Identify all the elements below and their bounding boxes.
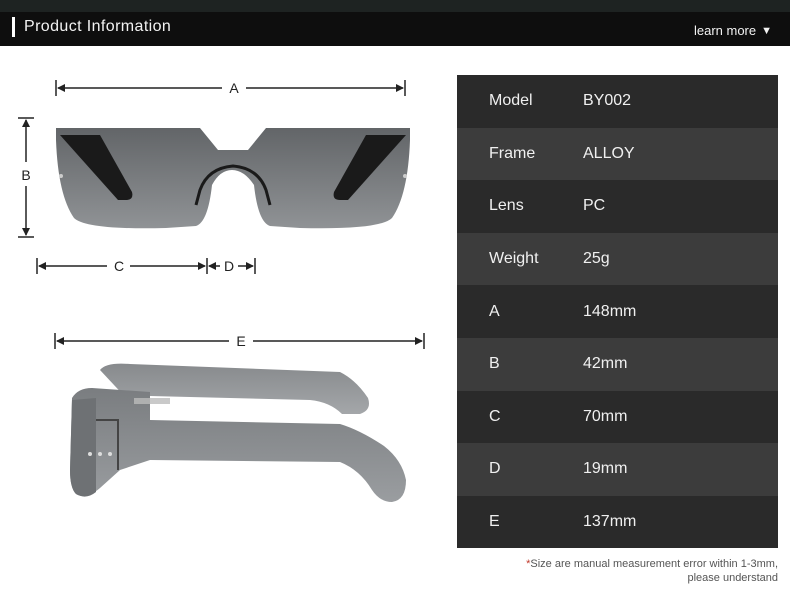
- spec-value: 148mm: [583, 302, 637, 320]
- spec-row-lens: Lens PC: [457, 180, 778, 233]
- header-bar: Product Information learn more ▼: [0, 0, 790, 46]
- dimension-d: D: [208, 258, 256, 274]
- spec-label: Lens: [489, 197, 524, 215]
- glasses-diagram: A B C D E: [18, 80, 425, 502]
- dimension-a-label: A: [229, 80, 239, 96]
- measurement-note: *Size are manual measurement error withi…: [526, 557, 778, 585]
- spec-row-d: D 19mm: [457, 443, 778, 496]
- spec-label: Frame: [489, 144, 536, 162]
- dimension-c: C: [36, 258, 208, 274]
- spec-row-b: B 42mm: [457, 337, 778, 391]
- dimension-b-label: B: [21, 167, 30, 183]
- note-line-2: please understand: [687, 572, 778, 584]
- dimension-b: B: [18, 117, 34, 238]
- spec-value: 25g: [583, 250, 610, 268]
- spec-row-model: Model BY002: [457, 75, 778, 128]
- spec-value: 19mm: [583, 460, 628, 478]
- glasses-front-view: [56, 128, 410, 229]
- glasses-side-view: [70, 363, 406, 502]
- triangle-down-icon: ▼: [761, 24, 772, 37]
- dimension-c-label: C: [114, 258, 124, 274]
- note-line-1: *Size are manual measurement error withi…: [526, 557, 778, 571]
- spec-value: PC: [583, 197, 606, 215]
- spec-row-weight: Weight 25g: [457, 232, 778, 286]
- learn-more-link[interactable]: learn more ▼: [694, 23, 772, 38]
- title-accent-bar: [12, 17, 15, 37]
- spec-value: BY002: [583, 92, 632, 110]
- dimension-a: A: [55, 80, 406, 96]
- spec-value: 137mm: [583, 513, 637, 531]
- spec-value: 70mm: [583, 407, 628, 425]
- spec-row-c: C 70mm: [457, 390, 778, 444]
- spec-value: 42mm: [583, 355, 628, 373]
- dimension-e: E: [54, 333, 425, 349]
- dimension-e-label: E: [236, 333, 245, 349]
- spec-label: Weight: [489, 250, 539, 268]
- spec-row-frame: Frame ALLOY: [457, 127, 778, 181]
- page-title: Product Information: [24, 18, 172, 35]
- spec-row-a: A 148mm: [457, 285, 778, 338]
- spec-label: E: [489, 513, 500, 531]
- learn-more-label: learn more: [693, 23, 757, 38]
- spec-label: D: [489, 460, 501, 478]
- spec-value: ALLOY: [583, 144, 635, 162]
- spec-label: C: [489, 407, 501, 425]
- spec-label: B: [489, 355, 500, 373]
- spec-table: Model BY002 Frame ALLOY Lens PC Weight 2…: [457, 75, 778, 549]
- spec-row-e: E 137mm: [457, 495, 778, 549]
- dimension-d-label: D: [224, 258, 234, 274]
- spec-label: Model: [489, 92, 533, 110]
- header-top-edge: [0, 0, 790, 12]
- title-group: Product Information: [12, 17, 171, 37]
- note-text-1: Size are manual measurement error within…: [530, 558, 778, 570]
- spec-label: A: [489, 302, 500, 320]
